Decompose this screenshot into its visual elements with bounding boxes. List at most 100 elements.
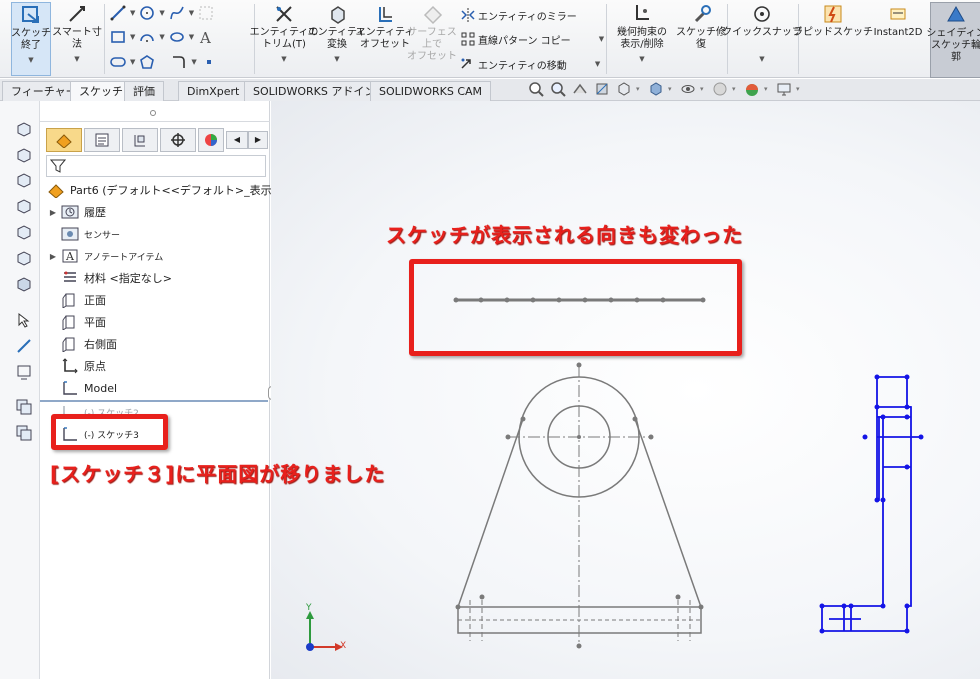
tab-evaluate[interactable]: 評価 xyxy=(124,81,164,101)
polygon-icon[interactable] xyxy=(137,53,157,71)
sketch-icon[interactable] xyxy=(14,362,34,382)
rectangle-icon[interactable] xyxy=(108,28,128,46)
chevron-down-icon[interactable]: ▾ xyxy=(732,85,740,93)
previous-view-icon[interactable] xyxy=(570,80,590,98)
display-style-icon[interactable] xyxy=(646,80,666,98)
tab-property-manager[interactable] xyxy=(84,128,120,152)
linear-pattern-button[interactable]: 直線パターン コピー ▼ xyxy=(458,30,606,48)
chevron-down-icon[interactable]: ▾ xyxy=(796,85,804,93)
offset-entities-button[interactable]: エンティティ オフセット xyxy=(356,2,414,51)
rapid-sketch-button[interactable]: ラピッドスケッチ xyxy=(793,2,873,39)
zoom-to-area-icon[interactable] xyxy=(548,80,568,98)
view-settings-icon[interactable] xyxy=(774,80,794,98)
tab-feature-manager[interactable] xyxy=(46,128,82,152)
section-view-icon[interactable] xyxy=(592,80,612,98)
tree-item-front-plane[interactable]: 正面 xyxy=(46,290,106,310)
chevron-down-icon[interactable]: ▼ xyxy=(281,53,286,65)
tree-item-right-plane[interactable]: 右側面 xyxy=(46,334,117,354)
hide-show-items-icon[interactable] xyxy=(678,80,698,98)
tab-dimxpert[interactable]: DimXpert xyxy=(178,81,249,101)
chevron-down-icon[interactable]: ▾ xyxy=(764,85,772,93)
right-view-icon[interactable] xyxy=(14,196,34,216)
chevron-down-icon[interactable]: ▾ xyxy=(668,85,676,93)
plane-icon xyxy=(60,335,80,353)
paste-entities-icon[interactable] xyxy=(14,423,34,443)
chevron-down-icon[interactable]: ▼ xyxy=(189,9,194,17)
chevron-down-icon[interactable]: ▼ xyxy=(159,9,164,17)
front-view-icon[interactable] xyxy=(14,119,34,139)
tree-item-top-plane[interactable]: 平面 xyxy=(46,312,106,332)
quick-snaps-button[interactable]: クイックスナップ ▼ xyxy=(722,2,802,65)
construction-geometry-icon[interactable] xyxy=(196,4,216,22)
chevron-down-icon[interactable]: ▼ xyxy=(595,60,600,68)
chevron-down-icon[interactable]: ▼ xyxy=(130,33,135,41)
chevron-down-icon[interactable]: ▼ xyxy=(759,53,764,65)
tree-item-annotations[interactable]: ▶ A アノテートアイテム xyxy=(46,246,163,266)
point-icon[interactable] xyxy=(199,53,219,71)
chevron-down-icon[interactable]: ▾ xyxy=(700,85,708,93)
zoom-to-fit-icon[interactable] xyxy=(526,80,546,98)
tab-scroll-left-button[interactable]: ◀ xyxy=(226,131,248,149)
tab-configuration-manager[interactable] xyxy=(122,128,158,152)
chevron-down-icon[interactable]: ▼ xyxy=(130,9,135,17)
fillet-icon[interactable] xyxy=(169,53,189,71)
left-view-icon[interactable] xyxy=(14,170,34,190)
back-view-icon[interactable] xyxy=(14,145,34,165)
annotation-moved-to-sketch3: [スケッチ３]に平面図が移りました xyxy=(50,462,386,486)
tree-item-model-sketch[interactable]: Model xyxy=(46,378,117,398)
repair-sketch-button[interactable]: スケッチ修 復 xyxy=(676,2,726,51)
offset-on-surface-button[interactable]: サーフェス 上で オフセット xyxy=(407,2,457,63)
circle-icon[interactable] xyxy=(137,4,157,22)
trim-entities-button[interactable]: エンティティの トリム(T) ▼ xyxy=(250,2,318,65)
copy-entities-icon[interactable] xyxy=(14,397,34,417)
tree-item-origin[interactable]: 原点 xyxy=(46,356,106,376)
tab-solidworks-cam[interactable]: SOLIDWORKS CAM xyxy=(370,81,492,101)
move-entities-button[interactable]: エンティティの移動 ▼ xyxy=(458,55,602,73)
ellipse-icon[interactable] xyxy=(167,28,187,46)
mirror-entities-button[interactable]: エンティティのミラー xyxy=(458,6,577,24)
arc-icon[interactable] xyxy=(137,28,157,46)
convert-entities-button[interactable]: エンティティ 変換 ▼ xyxy=(308,2,366,65)
smart-dimension-small-icon[interactable] xyxy=(14,336,34,356)
instant2d-button[interactable]: Instant2D xyxy=(868,2,928,39)
shaded-sketch-contours-button[interactable]: シェイディン スケッチ輪 郭 xyxy=(926,2,980,78)
line-icon[interactable] xyxy=(108,4,128,22)
bottom-view-icon[interactable] xyxy=(14,248,34,268)
panel-grip-icon[interactable] xyxy=(150,110,156,116)
chevron-down-icon[interactable]: ▼ xyxy=(639,53,644,65)
chevron-down-icon[interactable]: ▾ xyxy=(636,85,644,93)
graphics-area[interactable]: Y X xyxy=(271,101,980,679)
tree-item-sensors[interactable]: センサー xyxy=(46,224,120,244)
chevron-down-icon[interactable]: ▼ xyxy=(191,58,196,66)
expand-arrow-icon[interactable]: ▶ xyxy=(46,208,60,217)
chevron-down-icon[interactable]: ▼ xyxy=(189,33,194,41)
expand-arrow-icon[interactable]: ▶ xyxy=(46,252,60,261)
text-icon[interactable]: A xyxy=(196,28,216,46)
chevron-down-icon[interactable]: ▼ xyxy=(28,54,33,66)
select-icon[interactable] xyxy=(14,310,34,330)
tab-dimxpert-manager[interactable] xyxy=(160,128,196,152)
display-delete-relations-button[interactable]: 幾何拘束の 表示/削除 ▼ xyxy=(610,2,674,65)
smart-dimension-button[interactable]: スマート寸 法 ▼ xyxy=(52,2,102,65)
view-orientation-icon[interactable] xyxy=(614,80,634,98)
apply-scene-icon[interactable] xyxy=(742,80,762,98)
tab-display-manager[interactable] xyxy=(198,128,224,152)
sketch-geometry xyxy=(306,297,924,651)
tab-solidworks-addins[interactable]: SOLIDWORKS アドイン xyxy=(244,81,385,101)
isometric-view-icon[interactable] xyxy=(14,274,34,294)
exit-sketch-button[interactable]: スケッチ 終了 ▼ xyxy=(11,2,51,76)
chevron-down-icon[interactable]: ▼ xyxy=(334,53,339,65)
chevron-down-icon[interactable]: ▼ xyxy=(74,53,79,65)
slot-icon[interactable] xyxy=(108,53,128,71)
chevron-down-icon[interactable]: ▼ xyxy=(130,58,135,66)
chevron-down-icon[interactable]: ▼ xyxy=(599,35,604,43)
tree-filter-input[interactable] xyxy=(46,155,266,177)
edit-appearance-icon[interactable] xyxy=(710,80,730,98)
tab-scroll-right-button[interactable]: ▶ xyxy=(248,131,268,149)
tree-item-history[interactable]: ▶ 履歴 xyxy=(46,202,106,222)
top-view-icon[interactable] xyxy=(14,222,34,242)
tree-item-material[interactable]: 材料 <指定なし> xyxy=(46,268,172,288)
chevron-down-icon[interactable]: ▼ xyxy=(159,33,164,41)
spline-icon[interactable] xyxy=(167,4,187,22)
tab-sketch[interactable]: スケッチ xyxy=(70,81,132,101)
